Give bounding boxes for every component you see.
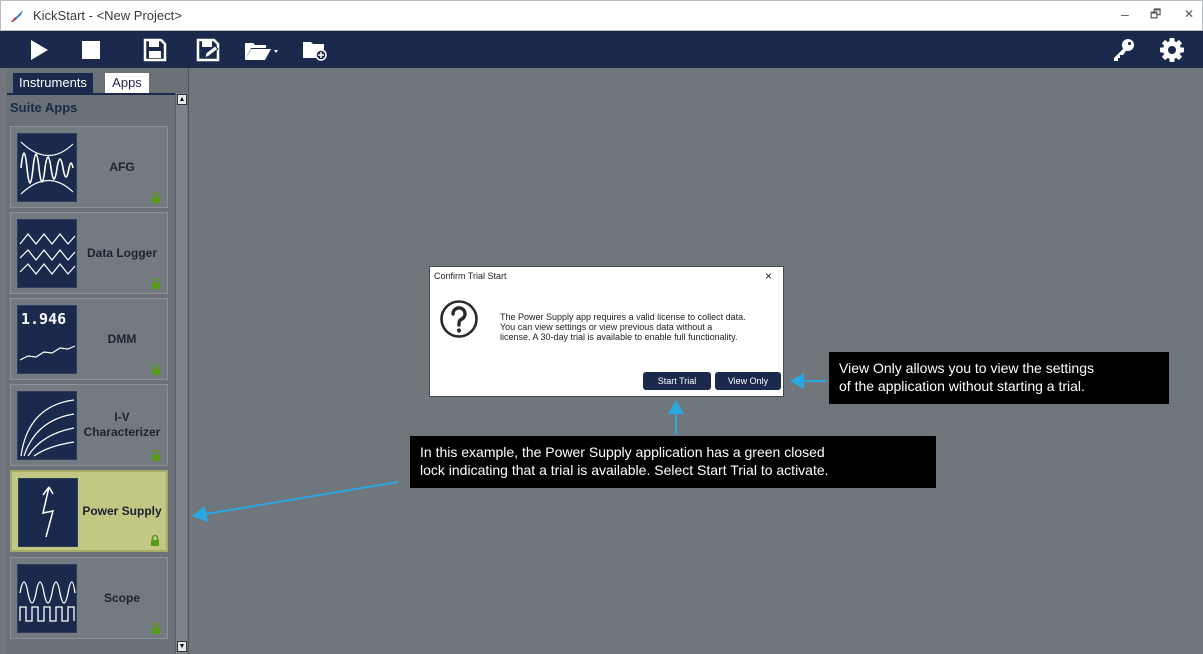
arrow-to-power-supply bbox=[205, 481, 399, 515]
arrow-head bbox=[192, 506, 208, 522]
annotation-arrows bbox=[192, 373, 826, 522]
arrow-head bbox=[790, 373, 804, 389]
arrow-head bbox=[668, 400, 684, 414]
